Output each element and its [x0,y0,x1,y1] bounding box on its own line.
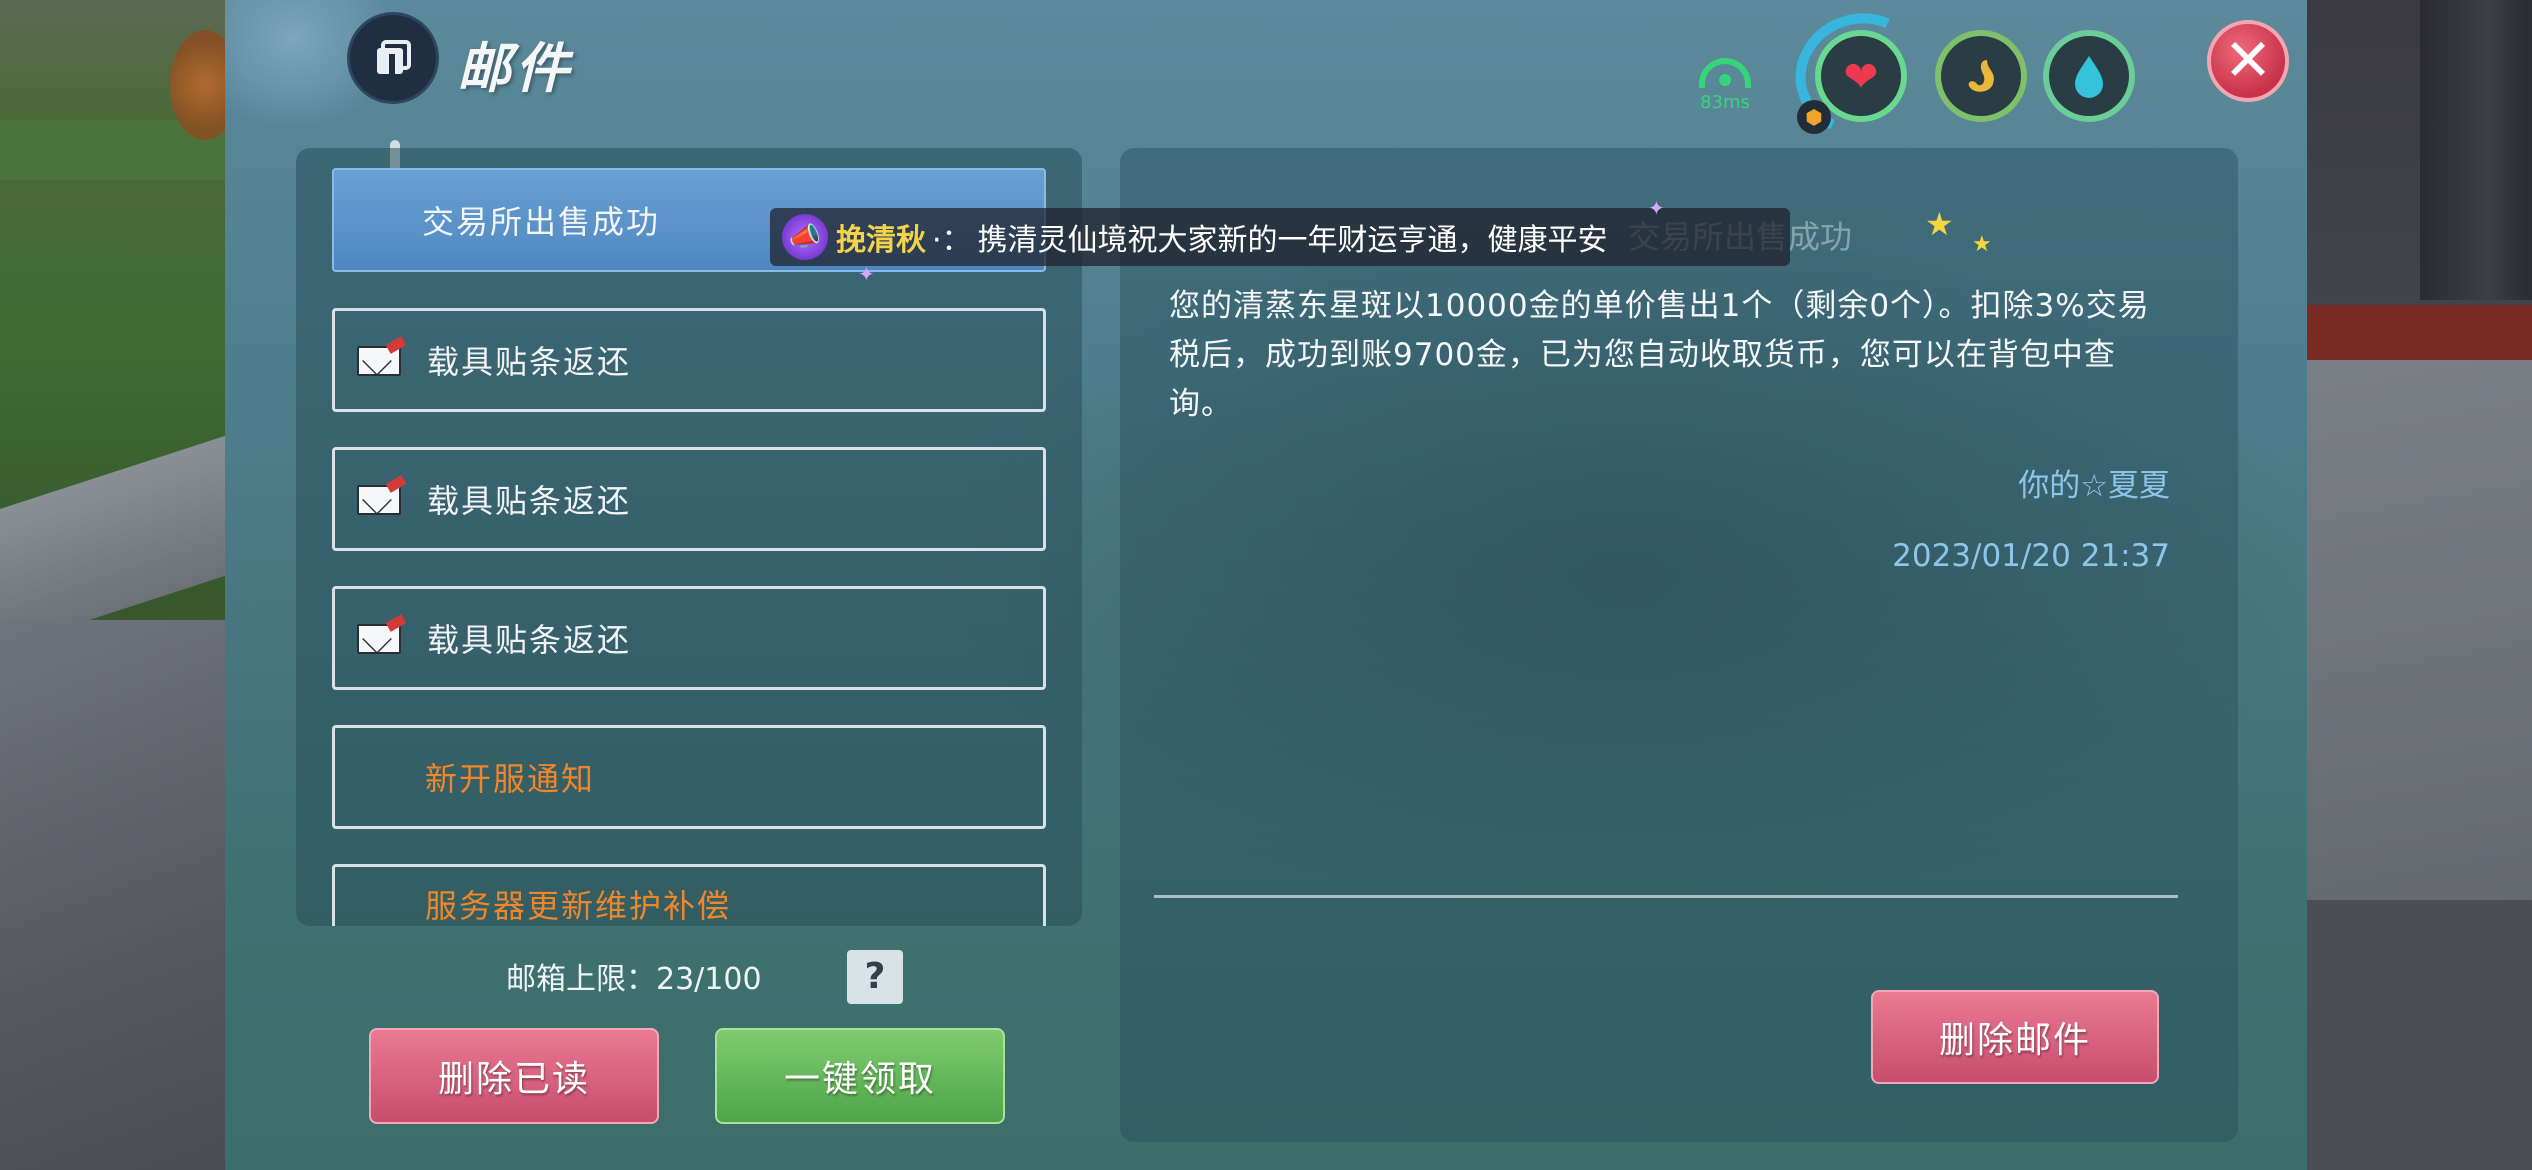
mail-item-label: 载具贴条返还 [427,621,632,659]
help-button[interactable]: ? [847,950,903,1004]
mail-detail-body: 您的清蒸东星斑以10000金的单价售出1个（剩余0个）。扣除3%交易税后，成功到… [1169,288,2150,422]
red-carpet [2300,305,2532,360]
scene-right [2300,0,2532,1170]
hunger-stomach-icon[interactable] [1935,30,2027,122]
stone-path [0,620,240,1170]
sparkle-icon: ★ [1925,205,1954,243]
mail-sender: 你的☆夏夏 [2018,468,2170,504]
broadcast-sender: 挽清秋 [836,223,926,258]
broadcast-separator: ·： [932,223,972,258]
envelope-icon [353,475,409,519]
broadcast-message: 携清灵仙境祝大家新的一年财运亨通，健康平安 [977,223,1608,258]
mail-item-label: 载具贴条返还 [427,343,632,381]
sparkle-icon: ✦ [1648,196,1665,220]
mailbox-capacity: 邮箱上限：23/100 [506,962,762,997]
mailbox-icon [347,12,439,104]
shield-icon: ⬢ [1797,100,1831,134]
network-ping: 83ms [1685,58,1765,118]
mail-item-label: 服务器更新维护补偿 [425,887,732,925]
mail-item[interactable]: 载具贴条返还 [332,447,1046,551]
page-title: 邮件 [457,37,573,100]
mail-item[interactable]: 新开服通知 [332,725,1046,829]
mail-item[interactable]: 载具贴条返还 [332,586,1046,690]
wifi-icon [1699,58,1751,88]
floor-shadow [2300,900,2532,1170]
ping-value: 83ms [1700,92,1750,113]
pillar [2420,0,2532,300]
mail-item[interactable]: 服务器更新维护补偿 [332,864,1046,926]
sparkle-icon: ★ [1972,232,1992,257]
mail-item-label: 交易所出售成功 [422,203,661,241]
envelope-icon [353,336,409,380]
world-broadcast: 📣 挽清秋 ·： 携清灵仙境祝大家新的一年财运亨通，健康平安 [770,208,1790,266]
mail-item-label: 载具贴条返还 [427,482,632,520]
delete-read-button[interactable]: 删除已读 [369,1028,659,1124]
scene-left [0,0,240,1170]
thirst-water-drop-icon[interactable] [2043,30,2135,122]
megaphone-icon: 📣 [782,214,828,260]
stone-rail [0,431,240,649]
delete-mail-button[interactable]: 删除邮件 [1871,990,2159,1084]
mail-date: 2023/01/20 21:37 [1892,538,2170,574]
close-button[interactable]: ✕ [2207,20,2289,102]
envelope-icon [353,614,409,658]
mail-item-label: 新开服通知 [425,760,596,798]
collect-all-button[interactable]: 一键领取 [715,1028,1005,1124]
sparkle-icon: ✦ [858,262,875,286]
detail-divider [1154,895,2178,898]
mail-item[interactable]: 载具贴条返还 [332,308,1046,412]
